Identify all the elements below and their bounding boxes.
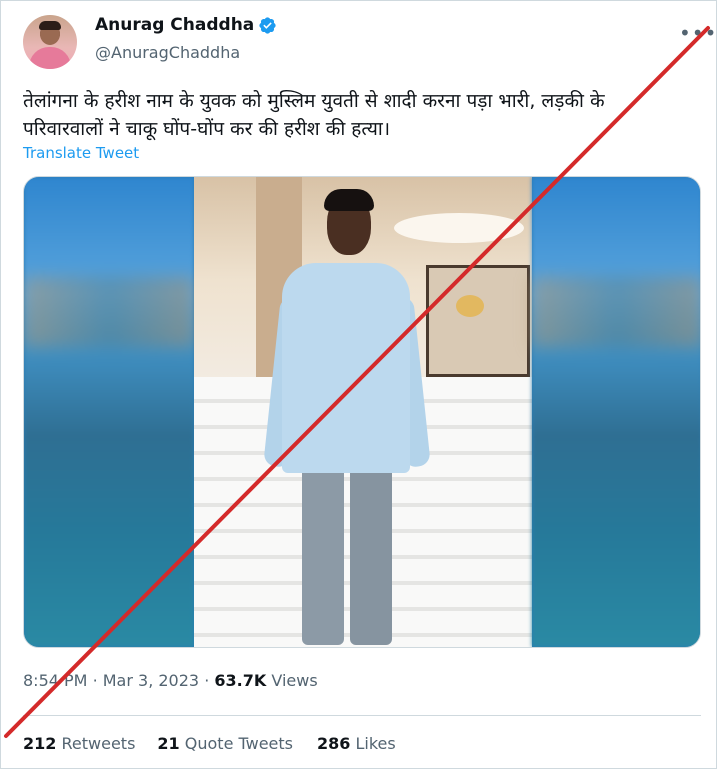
tweet-time[interactable]: 8:54 PM xyxy=(23,671,87,690)
verified-badge-icon xyxy=(259,16,276,34)
engagement-stats: 212 Retweets 21 Quote Tweets 286 Likes xyxy=(23,734,396,753)
retweets-stat[interactable]: 212 Retweets xyxy=(23,734,135,753)
tweet-text: तेलांगना के हरीश नाम के युवक को मुस्लिम … xyxy=(23,87,703,143)
views-count: 63.7K xyxy=(214,671,267,690)
quotes-label: Quote Tweets xyxy=(184,734,293,753)
tweet-date[interactable]: Mar 3, 2023 xyxy=(103,671,199,690)
tweet-card: Anurag Chaddha @AnuragChaddha ••• तेलांग… xyxy=(0,0,717,769)
media-photo xyxy=(194,177,532,647)
likes-stat[interactable]: 286 Likes xyxy=(317,734,396,753)
more-options-icon[interactable]: ••• xyxy=(679,21,717,45)
quotes-count: 21 xyxy=(157,734,180,753)
likes-count: 286 xyxy=(317,734,351,753)
author-handle[interactable]: @AnuragChaddha xyxy=(95,43,240,62)
author-name-row[interactable]: Anurag Chaddha xyxy=(95,15,277,35)
meta-separator: · xyxy=(92,671,98,690)
quote-tweets-stat[interactable]: 21 Quote Tweets xyxy=(157,734,293,753)
divider xyxy=(23,715,701,716)
tweet-text-line: परिवारवालों ने चाकू घोंप-घोंप कर की हरीश… xyxy=(23,118,391,140)
blurred-background-right xyxy=(532,177,700,647)
tweet-text-line: तेलांगना के हरीश नाम के युवक को मुस्लिम … xyxy=(23,90,605,112)
blurred-background-left xyxy=(24,177,194,647)
translate-tweet-link[interactable]: Translate Tweet xyxy=(23,144,139,162)
tweet-media-video[interactable] xyxy=(23,176,701,648)
retweets-count: 212 xyxy=(23,734,57,753)
tweet-meta: 8:54 PM · Mar 3, 2023 · 63.7K Views xyxy=(23,671,318,690)
author-name[interactable]: Anurag Chaddha xyxy=(95,15,254,35)
meta-separator: · xyxy=(204,671,210,690)
likes-label: Likes xyxy=(355,734,396,753)
avatar[interactable] xyxy=(23,15,77,69)
views-label: Views xyxy=(271,671,318,690)
retweets-label: Retweets xyxy=(61,734,136,753)
